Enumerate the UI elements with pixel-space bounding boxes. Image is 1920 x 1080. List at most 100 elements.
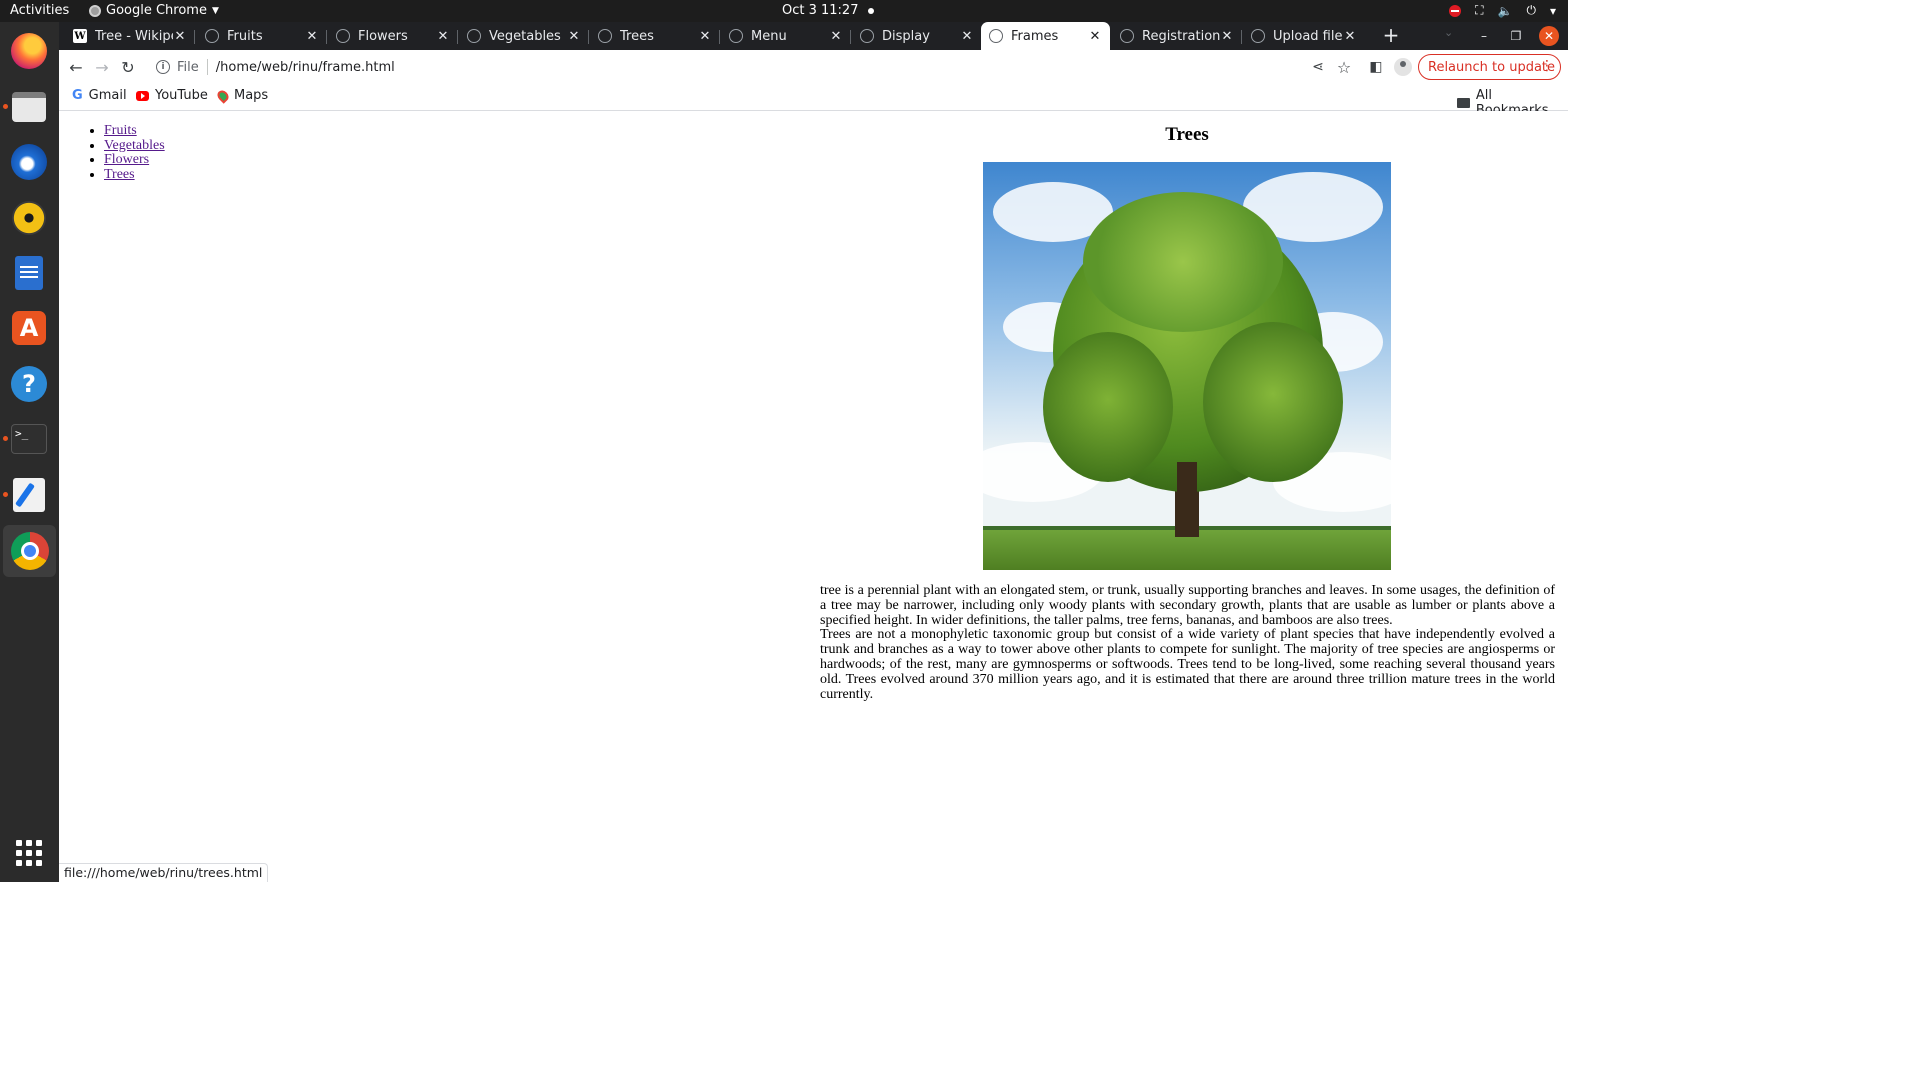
tab-separator [850, 30, 851, 44]
dock-firefox[interactable] [9, 31, 49, 71]
maps-icon [215, 87, 231, 104]
system-tray[interactable]: ⛶ 🔈 ⏻ ▾ [1449, 3, 1556, 18]
address-bar[interactable]: i File /home/web/rinu/frame.html [147, 53, 1354, 81]
dock-app-center[interactable]: A [9, 308, 49, 348]
nav-link-trees[interactable]: Trees [104, 167, 135, 182]
close-icon[interactable]: ✕ [960, 29, 974, 44]
back-arrow-icon[interactable]: ← [65, 56, 87, 78]
share-icon[interactable]: ⋖ [1307, 56, 1329, 78]
dock-show-apps[interactable] [9, 833, 49, 873]
nav-link-fruits[interactable]: Fruits [104, 123, 137, 138]
close-icon[interactable]: ✕ [173, 29, 187, 44]
thunderbird-icon [11, 144, 47, 180]
dock-rhythmbox[interactable] [9, 198, 49, 238]
dock-text-editor[interactable] [9, 475, 49, 515]
tab-title: Fruits [227, 28, 263, 44]
tab-vegetables[interactable]: Vegetables ✕ [459, 22, 589, 50]
tab-title: Vegetables [489, 28, 561, 44]
tab-display[interactable]: Display ✕ [852, 22, 982, 50]
nav-link-vegetables[interactable]: Vegetables [104, 138, 165, 153]
close-icon[interactable]: ✕ [436, 29, 450, 44]
bookmarks-bar: G Gmail YouTube Maps All Bookmarks [59, 84, 1568, 118]
tab-title: Flowers [358, 28, 408, 44]
power-icon[interactable]: ⏻ [1526, 3, 1536, 18]
files-icon [12, 92, 46, 122]
chevron-down-icon[interactable]: ▾ [1550, 4, 1556, 18]
bookmark-star-icon[interactable]: ☆ [1333, 56, 1355, 78]
close-icon[interactable]: ✕ [829, 29, 843, 44]
close-icon[interactable]: ✕ [698, 29, 712, 44]
site-info-icon[interactable]: i [156, 60, 170, 74]
google-icon: G [72, 88, 83, 103]
clock[interactable]: Oct 3 11:27 [782, 3, 875, 18]
close-icon[interactable]: ✕ [1220, 29, 1234, 44]
do-not-disturb-icon[interactable] [1449, 4, 1462, 17]
kebab-menu-icon[interactable]: ⋮ [1540, 58, 1554, 74]
bookmark-maps[interactable]: Maps [215, 87, 269, 104]
tab-frames[interactable]: Frames ✕ [981, 22, 1110, 50]
tab-fruits[interactable]: Fruits ✕ [197, 22, 327, 50]
nav-link-flowers[interactable]: Flowers [104, 152, 149, 168]
close-icon[interactable]: ✕ [1343, 29, 1357, 44]
profile-avatar-icon[interactable] [1394, 58, 1412, 76]
link-status-bubble: file:///home/web/rinu/trees.html [59, 863, 269, 882]
caret-down-icon: ▼ [211, 5, 219, 16]
app-menu[interactable]: Google Chrome ▼ [89, 3, 219, 18]
relaunch-to-update-button[interactable]: Relaunch to update ⋮ [1418, 54, 1561, 80]
forward-arrow-icon[interactable]: → [91, 56, 113, 78]
dock-thunderbird[interactable] [9, 142, 49, 182]
close-icon[interactable]: ✕ [1088, 29, 1102, 44]
bookmark-gmail[interactable]: G Gmail [72, 88, 127, 103]
tab-upload-files[interactable]: Upload files ✕ [1243, 22, 1365, 50]
new-tab-button[interactable]: + [1380, 24, 1402, 46]
tab-title: Display [882, 28, 930, 44]
globe-icon [989, 29, 1003, 43]
help-icon: ? [11, 366, 47, 402]
url-text[interactable]: /home/web/rinu/frame.html [216, 60, 395, 75]
side-panel-icon[interactable]: ◧ [1365, 56, 1387, 78]
url-scheme-label: File [177, 59, 199, 75]
tab-separator [719, 30, 720, 44]
list-item: Fruits [104, 123, 165, 139]
wikipedia-icon: W [73, 29, 87, 43]
dock-chrome[interactable] [3, 525, 56, 577]
app-menu-label: Google Chrome [106, 3, 207, 18]
tab-title: Trees [620, 28, 654, 44]
loading-icon [1251, 29, 1265, 43]
rhythmbox-icon [12, 201, 46, 235]
chrome-app-icon [89, 4, 101, 17]
tab-menu[interactable]: Menu ✕ [721, 22, 851, 50]
tab-trees[interactable]: Trees ✕ [590, 22, 720, 50]
running-indicator [3, 104, 8, 109]
bookmark-youtube[interactable]: YouTube [136, 88, 208, 103]
network-icon[interactable]: ⛶ [1475, 3, 1483, 18]
dock-files[interactable] [9, 87, 49, 127]
folder-icon [1457, 98, 1470, 108]
minimize-button[interactable]: – [1474, 26, 1494, 46]
tab-search-icon[interactable]: ⌄ [1444, 26, 1453, 39]
tab-registration-form[interactable]: Registration form ✕ [1112, 22, 1242, 50]
tab-separator [326, 30, 327, 44]
globe-icon [336, 29, 350, 43]
activities-button[interactable]: Activities [10, 3, 69, 18]
volume-icon[interactable]: 🔈 [1498, 4, 1513, 18]
text-editor-icon [13, 478, 45, 512]
notification-dot-icon [868, 7, 875, 14]
close-icon[interactable]: ✕ [567, 29, 581, 44]
close-icon[interactable]: ✕ [305, 29, 319, 44]
restore-button[interactable]: ❐ [1506, 26, 1526, 46]
bookmark-label: YouTube [155, 88, 208, 103]
globe-icon [1120, 29, 1134, 43]
bookmark-label: Maps [234, 88, 269, 103]
tab-title: Tree - Wikipedia [95, 28, 173, 44]
dock-terminal[interactable]: >_ [9, 419, 49, 459]
window-close-button[interactable]: ✕ [1539, 26, 1559, 46]
list-item: Flowers [104, 153, 165, 168]
clock-label: Oct 3 11:27 [782, 3, 859, 18]
tab-flowers[interactable]: Flowers ✕ [328, 22, 458, 50]
dock-writer[interactable] [9, 253, 49, 293]
tab-tree-wikipedia[interactable]: W Tree - Wikipedia ✕ [65, 22, 195, 50]
relaunch-label: Relaunch to update [1428, 59, 1556, 75]
reload-icon[interactable]: ↻ [117, 56, 139, 78]
dock-help[interactable]: ? [9, 364, 49, 404]
